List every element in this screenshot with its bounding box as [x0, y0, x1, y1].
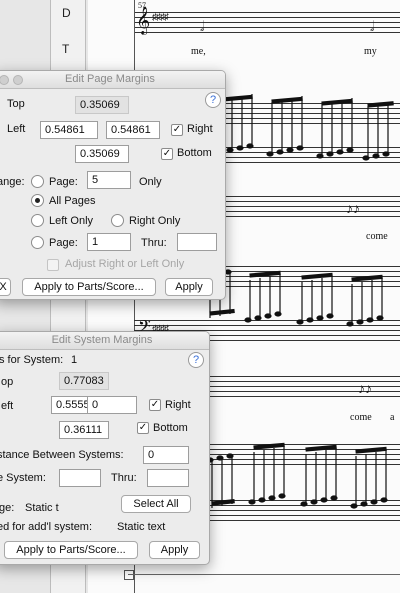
lyric: my	[364, 46, 377, 57]
help-icon[interactable]: ?	[205, 92, 221, 108]
select-all-button[interactable]: Select All	[121, 495, 191, 513]
edit-page-margins-palette[interactable]: Edit Page Margins ? Top 0.35069 Left 0.5…	[0, 70, 226, 300]
left-only-label: Left Only	[49, 215, 94, 227]
cancel-button[interactable]: X	[0, 278, 11, 296]
page-radio[interactable]	[31, 175, 44, 188]
adjust-checkbox[interactable]	[47, 259, 59, 271]
lyric: me,	[191, 46, 206, 57]
right-margin-field[interactable]: 0	[87, 396, 137, 414]
all-pages-label: All Pages	[49, 195, 96, 207]
sidebar-letter-mid: T	[62, 42, 70, 56]
right-checkbox[interactable]: ✓	[149, 399, 161, 411]
bottom-checkbox[interactable]: ✓	[137, 422, 149, 434]
apply-to-parts-button[interactable]: Apply to Parts/Score...	[22, 278, 156, 296]
palette-titlebar[interactable]: Edit Page Margins	[0, 71, 225, 89]
right-label: Right	[187, 123, 213, 135]
bottom-label: Bottom	[153, 422, 188, 434]
beamed-notes	[218, 94, 394, 161]
top-label: Top	[7, 98, 25, 110]
lyric: come	[350, 412, 372, 423]
note-icon: 𝅗𝅥	[370, 18, 375, 34]
thru-field[interactable]	[147, 469, 189, 487]
page-from-field[interactable]: 1	[87, 233, 131, 251]
right-label: Right	[165, 399, 191, 411]
lyric: come	[366, 231, 388, 242]
apply-to-parts-button[interactable]: Apply to Parts/Score...	[4, 541, 138, 559]
sidebar-letter-top: D	[62, 6, 71, 20]
key-signature-icon: ♯♯♯♯	[152, 12, 169, 23]
right-checkbox[interactable]: ✓	[171, 124, 183, 136]
page-label: Page:	[49, 176, 78, 188]
top-label: op	[1, 376, 14, 388]
beamed-notes	[206, 442, 388, 509]
distance-field[interactable]: 0	[143, 446, 189, 464]
thru-label: Thru:	[141, 237, 167, 249]
left-only-radio[interactable]	[31, 214, 44, 227]
help-icon[interactable]: ?	[188, 352, 204, 368]
bottom-margin-field[interactable]: 0.35069	[75, 145, 129, 163]
note-icon: 𝅗𝅥	[200, 18, 205, 34]
minimize-dot-icon[interactable]	[13, 75, 23, 85]
distance-label: stance Between Systems:	[0, 449, 124, 461]
only-label: Only	[139, 176, 162, 188]
for-system-value: 1	[71, 354, 78, 366]
page-field[interactable]: 5	[87, 171, 131, 189]
addl-system-label: ed for add'l system:	[0, 521, 93, 533]
note-icon: ♪♪	[358, 380, 372, 396]
all-pages-radio[interactable]	[31, 194, 44, 207]
left-label: Left	[7, 123, 26, 135]
addl-system-value: Static text	[117, 521, 166, 533]
page-range-label: Page:	[49, 237, 78, 249]
treble-clef-icon: 𝄞	[136, 6, 151, 34]
thru-field[interactable]	[177, 233, 217, 251]
apply-button[interactable]: Apply	[165, 278, 213, 296]
right-margin-field[interactable]: 0.54861	[106, 121, 160, 139]
edit-system-margins-palette[interactable]: Edit System Margins ? s for System: 1 op…	[0, 331, 210, 565]
beamed-notes	[206, 269, 384, 327]
left-label: eft	[1, 400, 14, 412]
top-margin-field[interactable]: 0.77083	[59, 372, 109, 390]
system-from-field[interactable]	[59, 469, 101, 487]
thru-label: Thru:	[111, 472, 137, 484]
right-only-label: Right Only	[129, 215, 181, 227]
margin-handle[interactable]	[124, 570, 134, 580]
system-label: e System:	[0, 472, 46, 484]
right-only-radio[interactable]	[111, 214, 124, 227]
top-margin-field[interactable]: 0.35069	[75, 96, 129, 114]
page-value: Static t	[25, 502, 59, 514]
left-margin-field[interactable]: 0.54861	[40, 121, 98, 139]
apply-button[interactable]: Apply	[149, 541, 200, 559]
bottom-margin-field[interactable]: 0.36111	[59, 421, 109, 439]
page-range-radio[interactable]	[31, 236, 44, 249]
palette-titlebar[interactable]: Edit System Margins	[0, 332, 209, 350]
lyric: a	[390, 412, 395, 423]
range-label: ange:	[0, 176, 25, 188]
note-icon: ♪♪	[346, 200, 360, 216]
adjust-label: Adjust Right or Left Only	[65, 258, 185, 270]
bottom-checkbox[interactable]: ✓	[161, 148, 173, 160]
for-system-label: s for System:	[0, 354, 64, 366]
bottom-label: Bottom	[177, 147, 212, 159]
page-label: ge:	[0, 502, 15, 514]
